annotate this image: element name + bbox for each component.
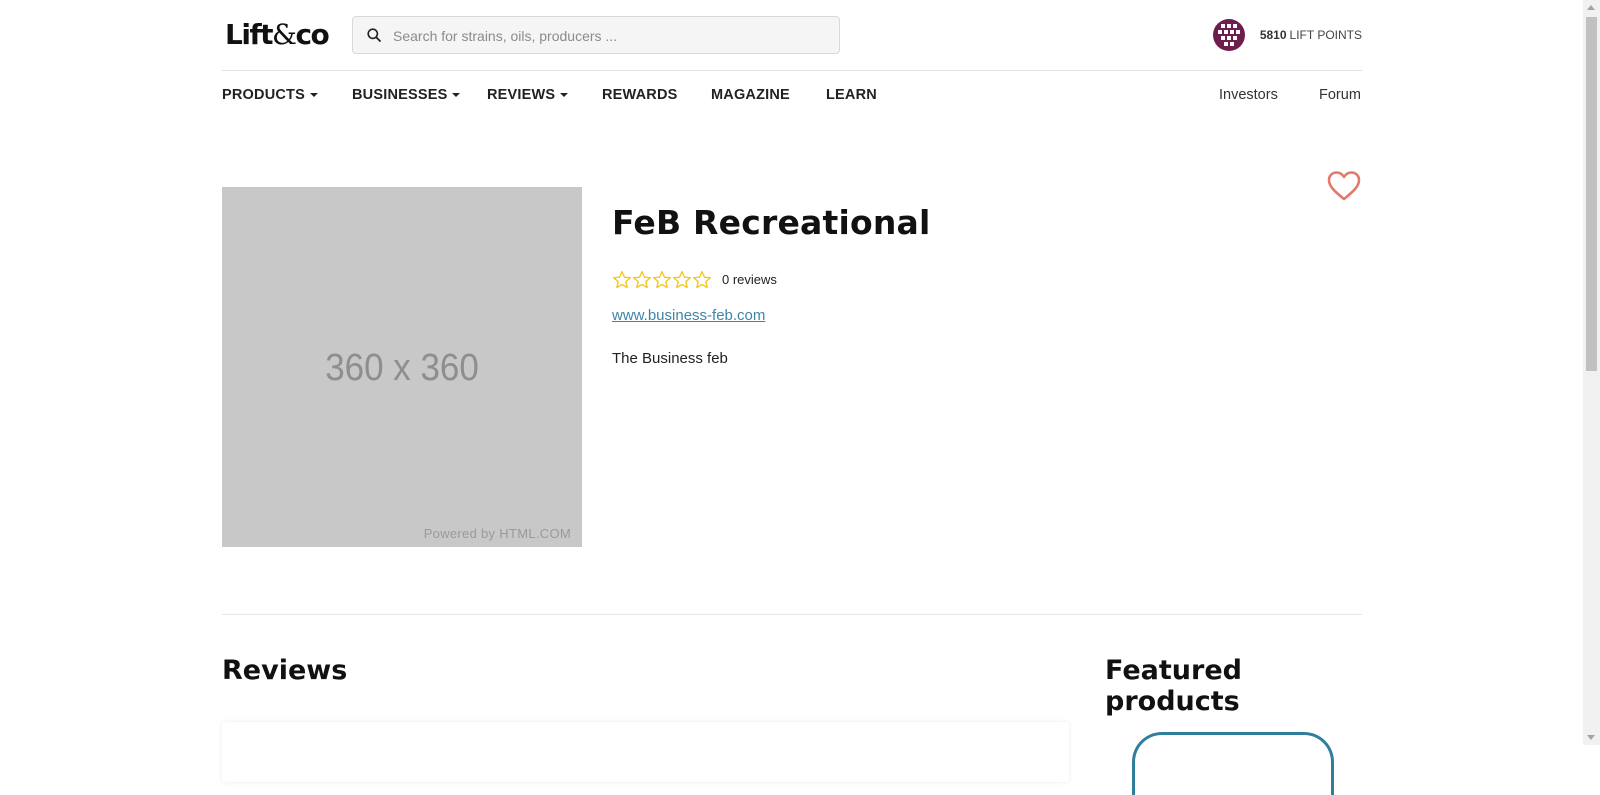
featured-product-card[interactable] [1132, 732, 1334, 795]
nav-magazine[interactable]: MAGAZINE [711, 87, 790, 103]
logo-ampersand: & [272, 18, 297, 51]
star-rating[interactable] [612, 270, 712, 290]
site-logo[interactable]: Lift&co [225, 18, 330, 51]
caret-down-icon [452, 93, 461, 98]
nav-forum[interactable]: Forum [1319, 87, 1361, 103]
search-input[interactable] [391, 17, 825, 55]
image-credit: Powered by HTML.COM [423, 526, 571, 541]
points-label: LIFT POINTS [1289, 28, 1362, 42]
reviews-card [222, 722, 1069, 782]
logo-text-co: co [295, 18, 329, 51]
star-icon [633, 271, 651, 289]
star-icon [613, 271, 631, 289]
nav-investors[interactable]: Investors [1219, 87, 1278, 103]
main-nav: PRODUCTS BUSINESSES REVIEWS REWARDS MAGA… [222, 71, 1362, 121]
business-description: The Business feb [612, 350, 728, 367]
favorite-heart-icon[interactable] [1326, 170, 1362, 202]
page-scrollbar[interactable] [1583, 0, 1600, 745]
nav-learn[interactable]: LEARN [826, 87, 877, 103]
points-value: 5810 [1259, 28, 1287, 42]
avatar[interactable] [1212, 18, 1246, 52]
search-icon [367, 28, 381, 42]
nav-products-label: PRODUCTS [222, 87, 305, 103]
lift-points[interactable]: 5810 LIFT POINTS [1212, 18, 1362, 52]
caret-down-icon [309, 93, 318, 98]
page-container: Lift&co 5810 LIFT POINTS [222, 0, 1362, 795]
star-icon [653, 271, 671, 289]
nav-reviews-label: REVIEWS [487, 87, 556, 103]
star-icon [693, 271, 711, 289]
star-icon [673, 271, 691, 289]
reviews-count[interactable]: 0 reviews [722, 272, 777, 287]
section-divider [222, 614, 1362, 615]
site-header: Lift&co 5810 LIFT POINTS [222, 0, 1362, 71]
search-bar[interactable] [352, 16, 840, 55]
scroll-up-arrow-icon[interactable] [1587, 5, 1595, 10]
scroll-down-arrow-icon[interactable] [1587, 735, 1595, 740]
image-placeholder-text: 360 x 360 [325, 347, 479, 389]
caret-down-icon [560, 93, 569, 98]
nav-businesses[interactable]: BUSINESSES [352, 87, 461, 103]
business-image-placeholder: 360 x 360 Powered by HTML.COM [222, 187, 582, 547]
scrollbar-thumb[interactable] [1586, 17, 1597, 371]
nav-businesses-label: BUSINESSES [352, 87, 448, 103]
reviews-section-title: Reviews [222, 655, 348, 686]
nav-rewards[interactable]: REWARDS [602, 87, 678, 103]
nav-products[interactable]: PRODUCTS [222, 87, 318, 103]
business-website-link[interactable]: www.business-feb.com [612, 307, 765, 324]
nav-reviews[interactable]: REVIEWS [487, 87, 569, 103]
featured-products-title: Featured products [1105, 655, 1242, 717]
business-name: FeB Recreational [612, 203, 931, 242]
logo-text-lift: Lift [225, 18, 274, 51]
